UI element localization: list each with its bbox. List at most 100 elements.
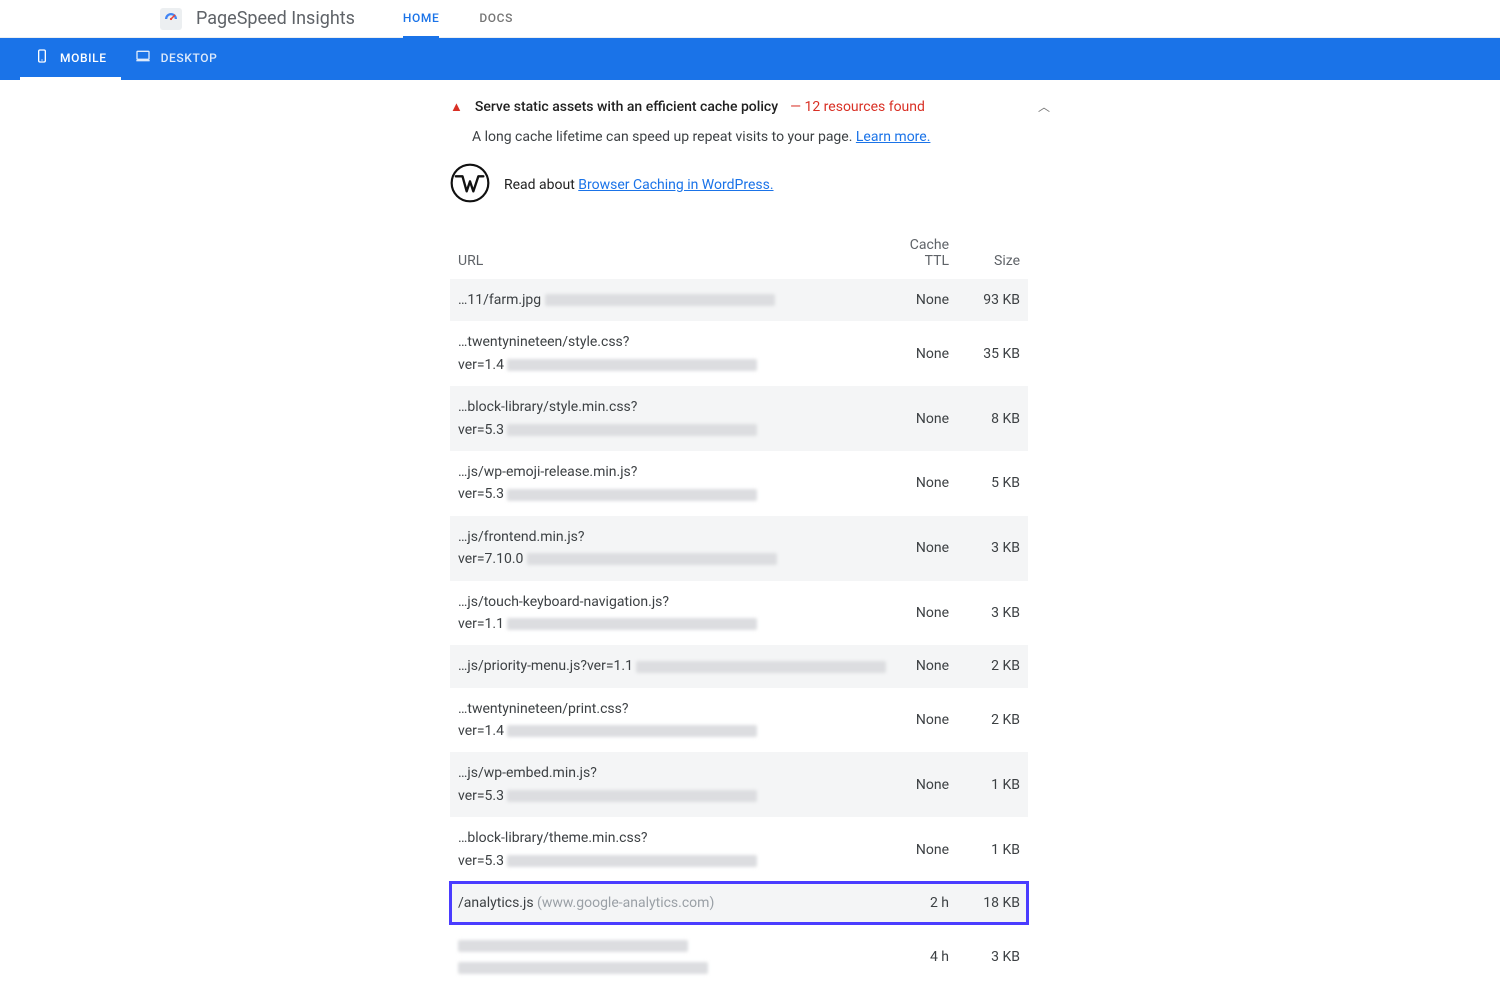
table-row: …11/farm.jpg None93 KB [450,279,1028,321]
resources-table: URL Cache TTL Size …11/farm.jpg None93 K… [450,227,1028,989]
cell-cache-ttl: None [896,688,957,753]
cell-url: …block-library/theme.min.css? ver=5.3 [450,817,896,882]
cell-size: 2 KB [957,688,1028,753]
table-row: …js/touch-keyboard-navigation.js? ver=1.… [450,581,1028,646]
cell-size: 93 KB [957,279,1028,321]
cell-url: …js/frontend.min.js? ver=7.10.0 [450,516,896,581]
tab-label: DOCS [479,11,513,25]
cell-url: …11/farm.jpg [450,279,896,321]
redacted-text [507,790,757,802]
wordpress-hint: Read about Browser Caching in WordPress. [450,163,1050,207]
resource-url-sub: ver=7.10.0 [458,551,527,567]
resource-url: …11/farm.jpg [458,292,545,308]
table-row: …js/frontend.min.js? ver=7.10.0 None3 KB [450,516,1028,581]
tab-label: HOME [403,11,439,25]
audit-header[interactable]: ▲ Serve static assets with an efficient … [450,98,1050,115]
cell-size: 8 KB [957,386,1028,451]
cell-cache-ttl: None [896,279,957,321]
cell-cache-ttl: 2 h [896,882,957,924]
cell-url: …js/wp-emoji-release.min.js? ver=5.3 [450,451,896,516]
device-tab-bar: MOBILE DESKTOP [0,38,1500,80]
redacted-text [458,940,688,952]
table-row: …block-library/theme.min.css? ver=5.3 No… [450,817,1028,882]
col-header-url: URL [450,227,896,279]
resource-url: /analytics.js [458,895,537,911]
redacted-text [636,661,886,673]
cell-cache-ttl: 4 h [896,924,957,989]
resource-url: …js/touch-keyboard-navigation.js? [458,594,669,610]
cell-url: …twentynineteen/style.css? ver=1.4 [450,321,896,386]
audit-description: A long cache lifetime can speed up repea… [472,129,1050,145]
cell-size: 2 KB [957,645,1028,687]
app-title: PageSpeed Insights [196,8,355,29]
table-row: …block-library/style.min.css? ver=5.3 No… [450,386,1028,451]
warning-triangle-icon: ▲ [450,99,463,115]
mobile-icon [34,48,50,67]
resource-url-sub: ver=5.3 [458,486,507,502]
app-header: PageSpeed Insights HOME DOCS [0,0,1500,38]
audit-title: Serve static assets with an efficient ca… [475,99,778,115]
resource-url: …twentynineteen/print.css? [458,701,628,717]
cell-cache-ttl: None [896,516,957,581]
cell-size: 18 KB [957,882,1028,924]
desktop-icon [135,48,151,67]
col-header-size: Size [957,227,1028,279]
resource-url: …twentynineteen/style.css? [458,334,629,350]
col-header-ttl: Cache TTL [896,227,957,279]
resource-url: …block-library/theme.min.css? [458,830,648,846]
resource-url-sub: ver=1.4 [458,723,507,739]
cell-cache-ttl: None [896,581,957,646]
resource-url: …block-library/style.min.css? [458,399,637,415]
cell-url: …js/wp-embed.min.js? ver=5.3 [450,752,896,817]
device-tab-mobile[interactable]: MOBILE [20,38,121,80]
redacted-text [545,294,775,306]
audit-cache-policy: ▲ Serve static assets with an efficient … [450,98,1050,989]
cell-url [450,924,896,989]
wp-caching-link[interactable]: Browser Caching in WordPress. [578,177,773,193]
cell-cache-ttl: None [896,451,957,516]
cell-size: 5 KB [957,451,1028,516]
redacted-text [458,962,708,974]
resource-url: …js/wp-emoji-release.min.js? [458,464,637,480]
cell-size: 3 KB [957,516,1028,581]
wp-hint-text: Read about Browser Caching in WordPress. [504,177,774,193]
table-row: …js/wp-emoji-release.min.js? ver=5.3 Non… [450,451,1028,516]
table-row: …twentynineteen/style.css? ver=1.4 None3… [450,321,1028,386]
cell-cache-ttl: None [896,386,957,451]
redacted-text [507,489,757,501]
cell-size: 1 KB [957,817,1028,882]
main-content: ▲ Serve static assets with an efficient … [0,80,1500,989]
cell-url: …js/touch-keyboard-navigation.js? ver=1.… [450,581,896,646]
cell-cache-ttl: None [896,752,957,817]
redacted-text [507,618,757,630]
resource-url-sub: ver=5.3 [458,788,507,804]
tab-home[interactable]: HOME [403,0,439,38]
cell-url: …twentynineteen/print.css? ver=1.4 [450,688,896,753]
table-row: /analytics.js (www.google-analytics.com)… [450,882,1028,924]
table-row: …twentynineteen/print.css? ver=1.4 None2… [450,688,1028,753]
device-tab-label: DESKTOP [161,51,218,65]
resource-url-sub: ver=1.4 [458,357,507,373]
cell-size: 35 KB [957,321,1028,386]
cell-url: …js/priority-menu.js?ver=1.1 [450,645,896,687]
resource-url: …js/frontend.min.js? [458,529,585,545]
tab-docs[interactable]: DOCS [479,0,513,38]
device-tab-desktop[interactable]: DESKTOP [121,38,232,80]
table-row: …js/priority-menu.js?ver=1.1 None2 KB [450,645,1028,687]
redacted-text [507,725,757,737]
table-row: …js/wp-embed.min.js? ver=5.3 None1 KB [450,752,1028,817]
learn-more-link[interactable]: Learn more. [856,129,931,145]
resource-host: (www.google-analytics.com) [537,895,714,911]
resource-url: …js/wp-embed.min.js? [458,765,597,781]
cell-cache-ttl: None [896,645,957,687]
resource-url-sub: ver=5.3 [458,422,507,438]
chevron-up-icon: ︿ [1038,98,1050,115]
audit-count: — 12 resources found [790,99,925,115]
resource-url: …js/priority-menu.js?ver=1.1 [458,658,636,674]
cell-cache-ttl: None [896,817,957,882]
cell-url: /analytics.js (www.google-analytics.com) [450,882,896,924]
resource-url-sub: ver=1.1 [458,616,507,632]
cell-size: 3 KB [957,581,1028,646]
table-header-row: URL Cache TTL Size [450,227,1028,279]
pagespeed-logo-icon [160,8,182,30]
